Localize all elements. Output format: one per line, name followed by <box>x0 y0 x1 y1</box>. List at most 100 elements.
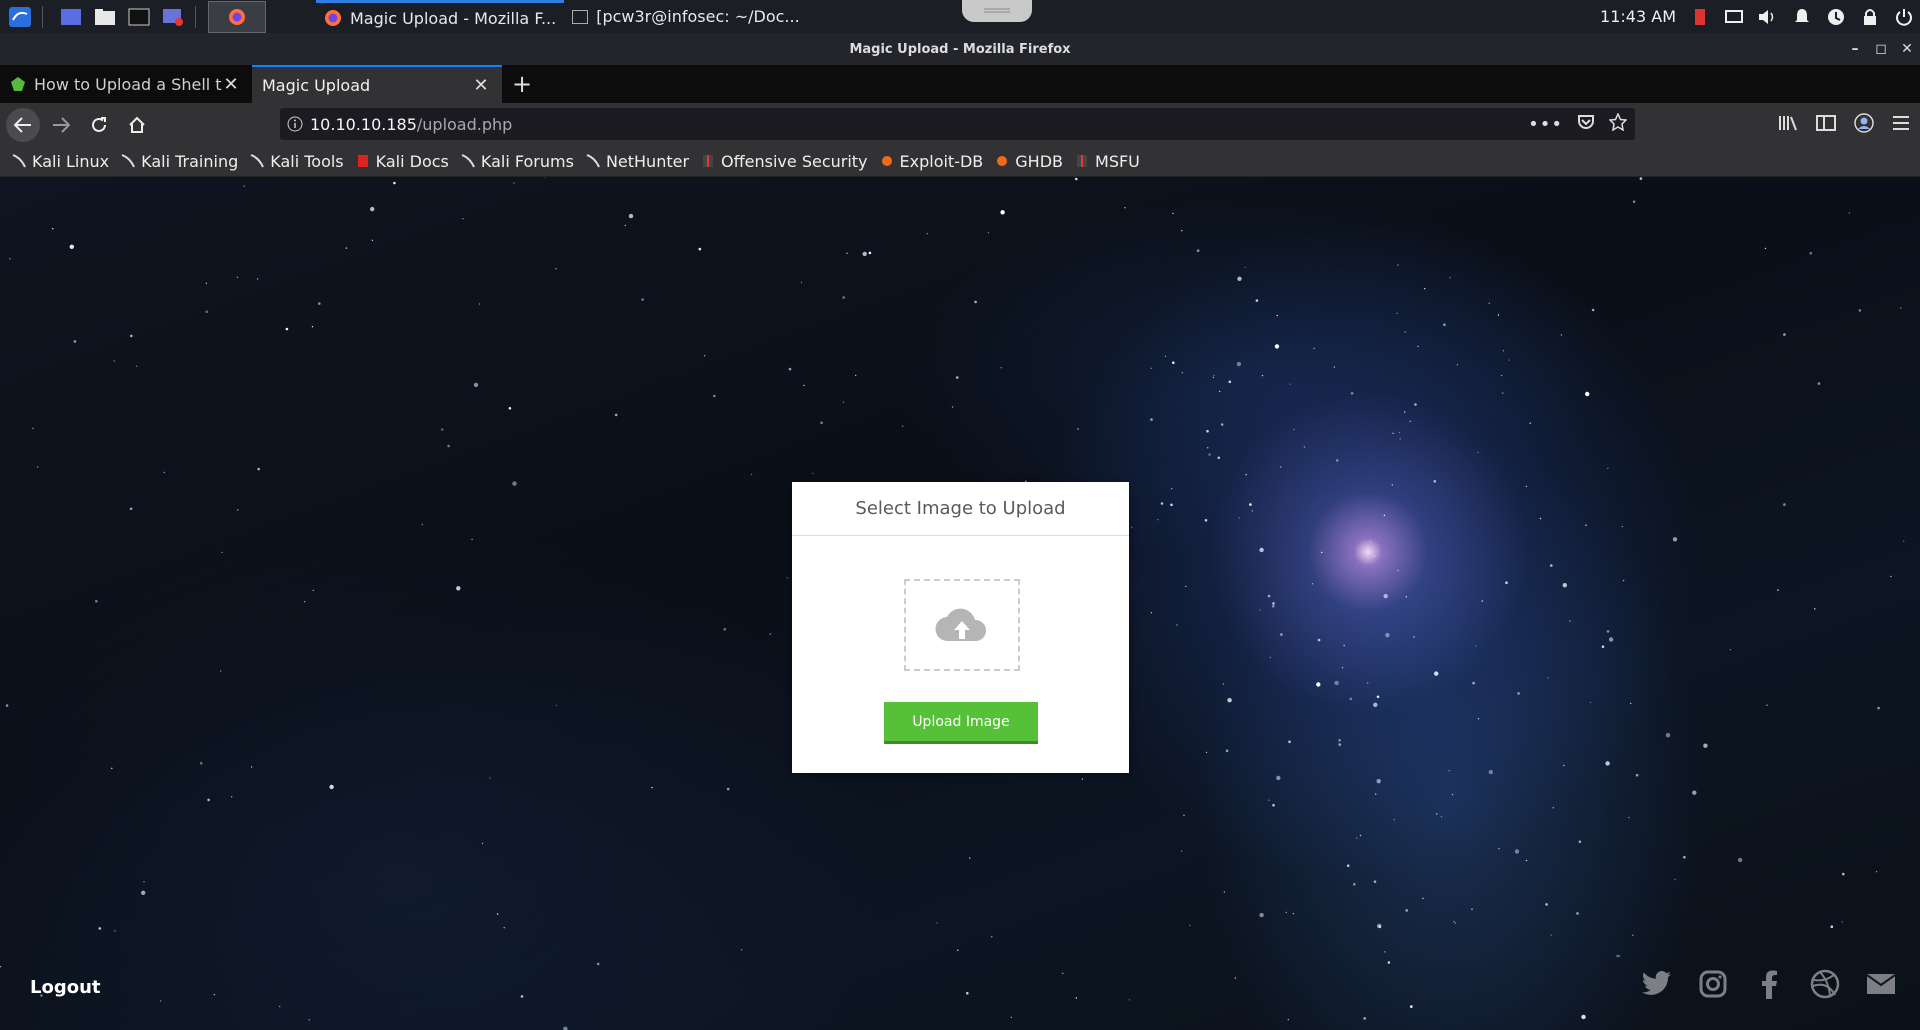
hamburger-menu-icon[interactable] <box>1892 115 1910 135</box>
logout-link[interactable]: Logout <box>30 977 101 998</box>
sidebar-toggle-icon[interactable] <box>1816 114 1836 136</box>
toolbar-right <box>1778 103 1910 146</box>
system-tray: 11:43 AM <box>1600 0 1914 33</box>
page-content: Select Image to Upload Upload Image Logo… <box>0 177 1920 1030</box>
taskbar-separator <box>42 5 43 28</box>
bookmark-label: Kali Forums <box>480 151 574 171</box>
bookmark-label: NetHunter <box>605 151 690 171</box>
url-actions: ••• <box>1528 108 1628 140</box>
bookmark-star-icon[interactable] <box>1608 112 1628 135</box>
bookmark-msfu[interactable]: MSFU <box>1075 152 1140 171</box>
bookmark-kali-forums[interactable]: Kali Forums <box>461 152 574 171</box>
firefox-icon <box>325 10 341 26</box>
firefox-launcher-icon[interactable] <box>208 0 266 33</box>
url-bar[interactable]: 10.10.10.185/upload.php ••• <box>280 108 1635 140</box>
navigation-bar: 10.10.10.185/upload.php ••• <box>0 103 1920 146</box>
upload-image-button[interactable]: Upload Image <box>884 702 1038 744</box>
taskbar-separator <box>195 5 196 28</box>
maximize-icon[interactable]: ◻ <box>1874 41 1888 57</box>
forward-arrow-icon[interactable] <box>44 108 78 142</box>
image-dropzone[interactable] <box>904 579 1020 671</box>
window-title-bar[interactable]: Magic Upload - Mozilla Firefox – ◻ ✕ <box>0 33 1920 65</box>
page-actions-icon[interactable]: ••• <box>1528 114 1563 135</box>
clipboard-icon[interactable] <box>1690 7 1710 27</box>
bookmark-nethunter[interactable]: NetHunter <box>586 152 689 171</box>
exploit-db-icon <box>995 154 1009 168</box>
exploit-db-icon <box>880 154 894 168</box>
bookmark-kali-training[interactable]: Kali Training <box>121 152 238 171</box>
site-info-icon[interactable] <box>280 116 310 132</box>
window-controls: – ◻ ✕ <box>1848 33 1914 65</box>
file-manager-icon[interactable] <box>91 5 119 29</box>
url-host: 10.10.10.185 <box>310 114 417 134</box>
bookmark-label: GHDB <box>1015 151 1064 171</box>
bookmark-ghdb[interactable]: GHDB <box>995 152 1063 171</box>
bookmark-label: Kali Docs <box>375 151 449 171</box>
reload-icon[interactable] <box>82 108 116 142</box>
bookmark-kali-tools[interactable]: Kali Tools <box>250 151 344 171</box>
terminal-icon <box>572 9 589 24</box>
lock-icon[interactable] <box>1860 7 1880 27</box>
bookmark-offensive-security[interactable]: Offensive Security <box>701 151 868 171</box>
taskbar: Magic Upload - Mozilla F... [pcw3r@infos… <box>0 0 1920 33</box>
kali-dragon-icon <box>12 154 26 168</box>
offsec-icon <box>701 154 715 168</box>
tab-title: How to Upload a Shell to <box>34 74 222 94</box>
tab-close-icon[interactable]: ✕ <box>222 74 240 95</box>
cloud-upload-icon <box>935 608 987 642</box>
kali-dragon-icon <box>586 154 600 168</box>
workspace-icon[interactable] <box>57 5 85 29</box>
bookmark-kali-docs[interactable]: Kali Docs <box>356 152 449 171</box>
bookmark-label: Offensive Security <box>721 151 868 171</box>
close-window-icon[interactable]: ✕ <box>1900 41 1914 57</box>
tab-title: Magic Upload <box>262 75 371 95</box>
home-icon[interactable] <box>120 108 154 142</box>
account-icon[interactable] <box>1854 112 1874 137</box>
offsec-icon <box>1075 154 1089 168</box>
back-arrow-icon[interactable] <box>6 107 40 142</box>
bookmark-exploit-db[interactable]: Exploit-DB <box>880 151 984 171</box>
terminal-icon[interactable] <box>125 5 153 29</box>
url-path: /upload.php <box>416 114 513 134</box>
pocket-icon[interactable] <box>1577 114 1595 134</box>
update-icon[interactable] <box>1826 7 1846 27</box>
facebook-icon[interactable] <box>1754 969 1784 999</box>
bookmark-label: MSFU <box>1095 151 1140 171</box>
minimize-icon[interactable]: – <box>1848 41 1862 57</box>
bookmark-kali-linux[interactable]: Kali Linux <box>12 152 109 171</box>
kali-docs-icon <box>356 154 370 168</box>
taskbar-window-terminal[interactable]: [pcw3r@infosec: ~/Doc... <box>564 0 807 33</box>
instagram-icon[interactable] <box>1698 969 1728 999</box>
tab-close-icon[interactable]: ✕ <box>472 75 490 96</box>
dribbble-icon[interactable] <box>1810 969 1840 999</box>
twitter-icon[interactable] <box>1642 969 1672 999</box>
notification-bell-icon[interactable] <box>1792 7 1812 27</box>
taskbar-window-label: Magic Upload - Mozilla F... <box>350 8 557 28</box>
tab-how-to-upload-shell[interactable]: How to Upload a Shell to ✕ <box>0 65 252 103</box>
power-icon[interactable] <box>1894 7 1914 27</box>
screen-recorder-icon[interactable] <box>159 5 187 29</box>
display-icon[interactable] <box>1724 7 1744 27</box>
social-links <box>1642 969 1896 999</box>
taskbar-window-firefox[interactable]: Magic Upload - Mozilla F... <box>316 0 565 33</box>
upload-card-title: Select Image to Upload <box>792 482 1129 536</box>
kali-menu-icon[interactable] <box>6 5 34 29</box>
bookmarks-toolbar: Kali Linux Kali Training Kali Tools Kali Do… <box>0 146 1920 177</box>
new-tab-icon[interactable]: + <box>502 65 542 103</box>
kali-dragon-icon <box>121 154 136 168</box>
window-title: Magic Upload - Mozilla Firefox <box>849 41 1071 57</box>
bookmark-label: Exploit-DB <box>899 151 984 171</box>
volume-icon[interactable] <box>1758 7 1778 27</box>
mail-icon[interactable] <box>1866 969 1896 999</box>
library-icon[interactable] <box>1778 114 1798 136</box>
upload-card: Select Image to Upload Upload Image <box>792 482 1129 773</box>
bookmark-label: Kali Tools <box>270 151 344 171</box>
tab-strip: How to Upload a Shell to ✕ Magic Upload … <box>0 65 1920 103</box>
panel-drag-handle[interactable] <box>962 0 1032 22</box>
wonderhowto-favicon-icon <box>11 77 25 91</box>
clock[interactable]: 11:43 AM <box>1600 7 1676 26</box>
taskbar-window-label: [pcw3r@infosec: ~/Doc... <box>596 7 800 26</box>
tab-magic-upload[interactable]: Magic Upload ✕ <box>252 65 502 103</box>
bookmark-label: Kali Linux <box>32 151 110 171</box>
kali-dragon-icon <box>250 154 265 168</box>
